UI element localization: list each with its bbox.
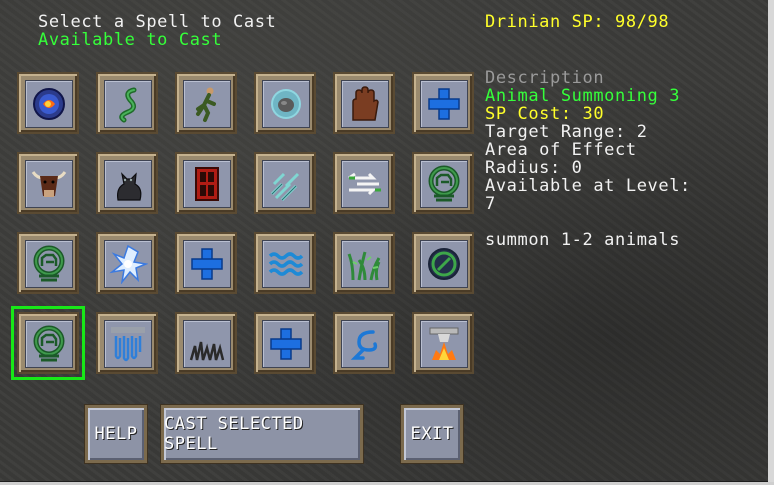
spell-slot[interactable] (175, 152, 237, 214)
spell-slot[interactable] (333, 312, 395, 374)
exit-button[interactable]: EXIT (401, 405, 463, 463)
spell-slot-frame (420, 320, 468, 368)
spell-slot[interactable] (254, 312, 316, 374)
spell-slot-frame (104, 80, 152, 128)
blue-cross-icon (191, 248, 223, 280)
green-serpent-icon (119, 87, 137, 123)
dark-grass-icon (189, 341, 225, 361)
blue-hook-icon (350, 330, 378, 360)
spell-slot-frame (420, 160, 468, 208)
spell-slot-frame (104, 320, 152, 368)
spell-slot-frame (341, 80, 389, 128)
water-waves-icon (268, 252, 304, 276)
available-level-value: 7 (485, 194, 496, 214)
blue-cross-icon (428, 88, 460, 120)
spell-name: Animal Summoning 3 (485, 86, 681, 106)
spell-slot-frame (420, 80, 468, 128)
spell-slot[interactable] (96, 312, 158, 374)
spell-slot-frame (183, 240, 231, 288)
green-sigil-icon (428, 248, 460, 280)
spell-slot-frame (25, 320, 73, 368)
sp-cost: SP Cost: 30 (485, 104, 605, 124)
spell-slot[interactable] (254, 152, 316, 214)
spell-slot-frame (183, 320, 231, 368)
running-man-icon (196, 87, 216, 122)
spell-slot[interactable] (17, 152, 79, 214)
spell-slot[interactable] (412, 232, 474, 294)
spell-slot[interactable] (17, 72, 79, 134)
description-heading: Description (485, 68, 605, 88)
spell-slot-frame (262, 320, 310, 368)
lightning-burst-icon (109, 244, 148, 284)
spell-slot-frame (25, 240, 73, 288)
spell-slot[interactable] (412, 312, 474, 374)
white-arrows-icon (348, 172, 381, 196)
help-button[interactable]: HELP (85, 405, 147, 463)
spell-description: summon 1-2 animals (485, 230, 681, 250)
spell-slot[interactable] (412, 152, 474, 214)
stone-orb-icon (271, 89, 301, 119)
spell-slot[interactable] (412, 72, 474, 134)
spell-slot[interactable] (96, 72, 158, 134)
animal-summon-icon (33, 325, 65, 362)
green-vines-icon (347, 251, 381, 281)
available-label: Available to Cast (38, 30, 223, 50)
spell-slot-frame (183, 160, 231, 208)
spell-slot[interactable] (333, 152, 395, 214)
black-cat-icon (117, 172, 142, 201)
cast-selected-spell-button[interactable]: CAST SELECTED SPELL (161, 405, 363, 463)
target-range: Target Range: 2 (485, 122, 648, 142)
spell-slot-frame (262, 160, 310, 208)
spell-slot-selected[interactable] (11, 306, 85, 380)
spell-slot[interactable] (254, 72, 316, 134)
spell-slot[interactable] (175, 312, 237, 374)
spell-slot-frame (420, 240, 468, 288)
ice-shards-icon (270, 172, 300, 202)
spell-slot[interactable] (96, 232, 158, 294)
spell-slot-frame (341, 160, 389, 208)
red-door-icon (195, 167, 219, 201)
animal-summon-icon (33, 245, 65, 282)
spell-slot-frame (183, 80, 231, 128)
caster-sp: Drinian SP: 98/98 (485, 12, 670, 32)
fire-orb-icon (33, 88, 65, 120)
spell-slot-frame (104, 240, 152, 288)
spell-slot-frame (25, 160, 73, 208)
spell-slot[interactable] (175, 232, 237, 294)
blue-cross-icon (270, 328, 302, 360)
brown-hand-icon (352, 86, 379, 121)
spell-slot[interactable] (175, 72, 237, 134)
lava-pillar-icon (429, 327, 459, 360)
spell-slot[interactable] (333, 72, 395, 134)
spell-slot-frame (104, 160, 152, 208)
window-title: Select a Spell to Cast (38, 12, 277, 32)
area-of-effect: Area of Effect (485, 140, 637, 160)
spell-slot-frame (341, 240, 389, 288)
spell-slot[interactable] (96, 152, 158, 214)
spell-slot-frame (25, 80, 73, 128)
spell-slot[interactable] (254, 232, 316, 294)
spell-slot-frame (341, 320, 389, 368)
animal-summon-icon (428, 165, 460, 202)
available-level-label: Available at Level: (485, 176, 691, 196)
radius: Radius: 0 (485, 158, 583, 178)
blue-rain-icon (111, 327, 145, 362)
spell-slot[interactable] (17, 232, 79, 294)
bull-head-icon (31, 171, 67, 197)
spell-slot-frame (262, 240, 310, 288)
window-edge (768, 0, 774, 485)
spell-slot-frame (262, 80, 310, 128)
spell-slot[interactable] (333, 232, 395, 294)
